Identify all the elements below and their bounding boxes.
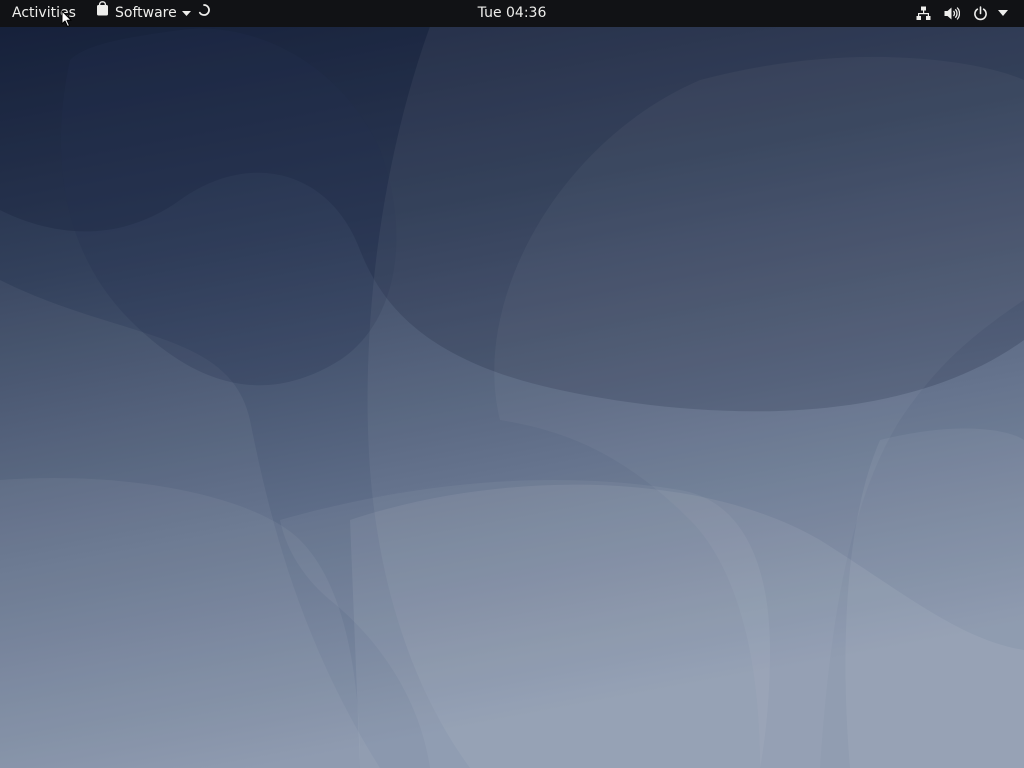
app-menu-button[interactable]: Software	[96, 0, 210, 27]
top-bar: Activities Software Tue 04:36	[0, 0, 1024, 27]
loading-spinner-icon	[198, 0, 210, 26]
shopping-bag-icon	[96, 0, 109, 26]
app-menu-label: Software	[115, 5, 177, 21]
triangle-down-icon[interactable]	[998, 10, 1008, 18]
wallpaper-graphic	[0, 0, 1024, 768]
mouse-pointer-icon	[61, 10, 73, 28]
power-icon[interactable]	[973, 6, 988, 21]
volume-icon[interactable]	[944, 6, 960, 21]
clock-button[interactable]: Tue 04:36	[478, 5, 547, 21]
triangle-down-icon	[181, 0, 191, 26]
desktop-wallpaper	[0, 0, 1024, 768]
network-wired-icon[interactable]	[916, 6, 931, 21]
